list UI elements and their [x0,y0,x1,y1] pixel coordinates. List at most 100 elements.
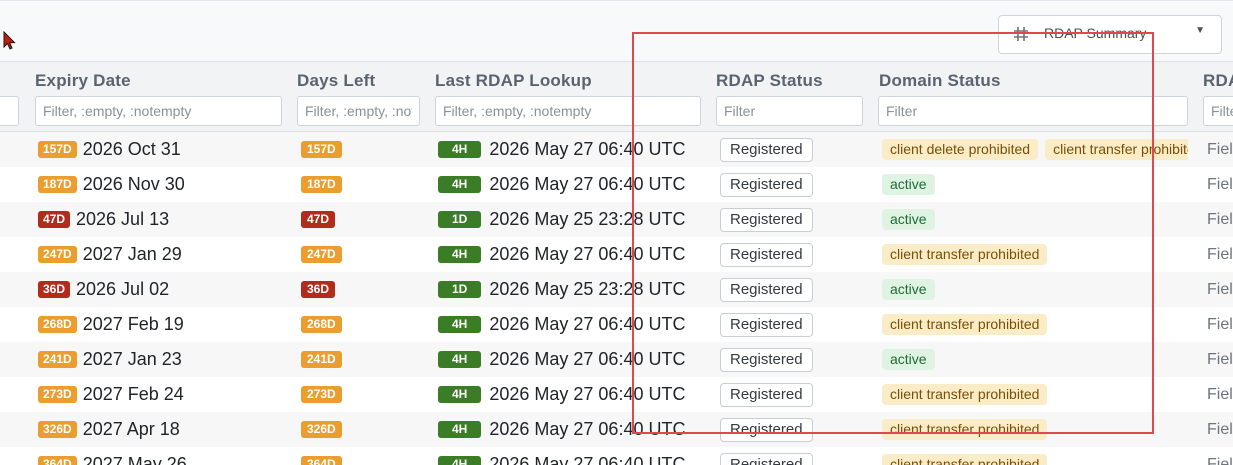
last-lookup-cell: 4H 2026 May 27 06:40 UTC [438,342,685,377]
domain-status-tag: active [882,209,935,230]
domain-status-tag: client transfer prohibited [882,419,1048,440]
lookup-age-badge: 1D [438,281,482,298]
expiry-days-badge: 187D [38,176,77,193]
lookup-age-badge: 4H [438,316,482,333]
rdap-status-badge: Registered [720,417,813,442]
lookup-time-text: 2026 May 27 06:40 UTC [489,454,686,465]
days-left-cell: 187D [301,167,342,202]
expiry-date-text: 2026 Jul 13 [76,209,170,229]
domain-status-cell: active [882,202,1188,237]
filter-input-last-rdap-lookup[interactable] [435,96,701,126]
rdap-field-text: Field [1207,210,1233,228]
view-selector[interactable]: RDAP Summary ▼ [998,15,1222,54]
column-header-rdap-truncated[interactable]: RDAP [1203,71,1233,91]
expiry-days-badge: 326D [38,421,77,438]
column-header-domain-status[interactable]: Domain Status [879,71,1001,91]
table-row[interactable]: 268D 2027 Feb 19 268D 4H 2026 May 27 06:40 U… [0,307,1233,342]
expiry-date-cell: 241D 2027 Jan 23 [38,342,182,377]
days-left-cell: 364D [301,447,342,465]
rdap-truncated-cell: Field [1207,447,1233,465]
table-row[interactable]: 187D 2026 Nov 30 187D 4H 2026 May 27 06:40 U… [0,167,1233,202]
expiry-days-badge: 273D [38,386,77,403]
lookup-age-badge: 4H [438,421,482,438]
days-left-badge: 273D [301,386,342,403]
domain-status-cell: client transfer prohibited [882,447,1188,465]
rdap-truncated-cell: Field [1207,202,1233,237]
rdap-status-cell: Registered [720,237,813,272]
table-row[interactable]: 326D 2027 Apr 18 326D 4H 2026 May 27 06:40 U… [0,412,1233,447]
rdap-field-text: Field [1207,280,1233,298]
days-left-cell: 273D [301,377,342,412]
expiry-date-cell: 364D 2027 May 26 [38,447,187,465]
lookup-age-badge: 1D [438,211,482,228]
lookup-time-text: 2026 May 27 06:40 UTC [489,419,686,439]
table-row[interactable]: 241D 2027 Jan 23 241D 4H 2026 May 27 06:40 U… [0,342,1233,377]
chevron-down-icon: ▼ [1195,25,1205,36]
filter-input-domain-status[interactable] [878,96,1188,126]
rdap-truncated-cell: Field [1207,342,1233,377]
mouse-cursor-icon [3,31,16,50]
domain-status-tag: client transfer prohibited [882,454,1048,465]
days-left-cell: 247D [301,237,342,272]
filter-input-previous-column[interactable] [0,96,19,126]
rdap-status-cell: Registered [720,202,813,237]
expiry-date-text: 2027 Apr 18 [82,419,180,439]
rdap-field-text: Field [1207,385,1233,403]
column-header-rdap-status[interactable]: RDAP Status [716,71,823,91]
rdap-truncated-cell: Field [1207,167,1233,202]
lookup-time-text: 2026 May 27 06:40 UTC [489,174,686,194]
column-header-days-left[interactable]: Days Left [297,71,375,91]
domain-status-tag: client transfer prohibited [882,384,1048,405]
filter-input-rdap-truncated[interactable] [1203,96,1233,126]
days-left-badge: 326D [301,421,342,438]
filter-input-rdap-status[interactable] [716,96,863,126]
last-lookup-cell: 4H 2026 May 27 06:40 UTC [438,412,685,447]
rdap-status-badge: Registered [720,242,813,267]
domain-status-tag: active [882,279,935,300]
expiry-date-cell: 273D 2027 Feb 24 [38,377,184,412]
expiry-date-text: 2026 Jul 02 [76,279,170,299]
days-left-badge: 47D [301,211,336,228]
table-header: Expiry Date Days Left Last RDAP Lookup R… [0,62,1233,132]
lookup-time-text: 2026 May 27 06:40 UTC [489,244,686,264]
lookup-age-badge: 4H [438,141,482,158]
lookup-time-text: 2026 May 25 23:28 UTC [489,279,686,299]
rdap-field-text: Field [1207,140,1233,158]
table-row[interactable]: 364D 2027 May 26 364D 4H 2026 May 27 06:40 U… [0,447,1233,465]
domain-status-tag: active [882,174,935,195]
rdap-truncated-cell: Field [1207,272,1233,307]
filter-input-expiry-date[interactable] [35,96,282,126]
rdap-field-text: Field [1207,420,1233,438]
expiry-date-cell: 47D 2026 Jul 13 [38,202,169,237]
domain-status-cell: active [882,167,1188,202]
domain-status-tag: client delete prohibited [882,139,1039,160]
lookup-age-badge: 4H [438,456,482,465]
expiry-days-badge: 36D [38,281,71,298]
rdap-status-badge: Registered [720,347,813,372]
grid-icon [1014,27,1028,41]
table-row[interactable]: 47D 2026 Jul 13 47D 1D 2026 May 25 23:28 UTC… [0,202,1233,237]
rdap-truncated-cell: Field [1207,377,1233,412]
table-row[interactable]: 36D 2026 Jul 02 36D 1D 2026 May 25 23:28 UTC… [0,272,1233,307]
rdap-field-text: Field [1207,245,1233,263]
domain-status-cell: client transfer prohibited [882,412,1188,447]
domain-status-cell: active [882,342,1188,377]
rdap-truncated-cell: Field [1207,132,1233,167]
column-header-last-rdap-lookup[interactable]: Last RDAP Lookup [435,71,592,91]
expiry-date-cell: 36D 2026 Jul 02 [38,272,169,307]
rdap-field-text: Field [1207,455,1233,465]
expiry-date-text: 2026 Oct 31 [82,139,181,159]
filter-input-days-left[interactable] [297,96,420,126]
domain-status-cell: client transfer prohibited [882,377,1188,412]
lookup-age-badge: 4H [438,351,482,368]
table-row[interactable]: 247D 2027 Jan 29 247D 4H 2026 May 27 06:40 U… [0,237,1233,272]
table-row[interactable]: 157D 2026 Oct 31 157D 4H 2026 May 27 06:40 U… [0,132,1233,167]
rdap-status-badge: Registered [720,277,813,302]
rdap-status-badge: Registered [720,452,813,465]
last-lookup-cell: 4H 2026 May 27 06:40 UTC [438,237,685,272]
days-left-badge: 364D [301,456,342,465]
column-header-expiry-date[interactable]: Expiry Date [35,71,131,91]
expiry-date-cell: 187D 2026 Nov 30 [38,167,185,202]
table-row[interactable]: 273D 2027 Feb 24 273D 4H 2026 May 27 06:40 U… [0,377,1233,412]
rdap-status-cell: Registered [720,447,813,465]
